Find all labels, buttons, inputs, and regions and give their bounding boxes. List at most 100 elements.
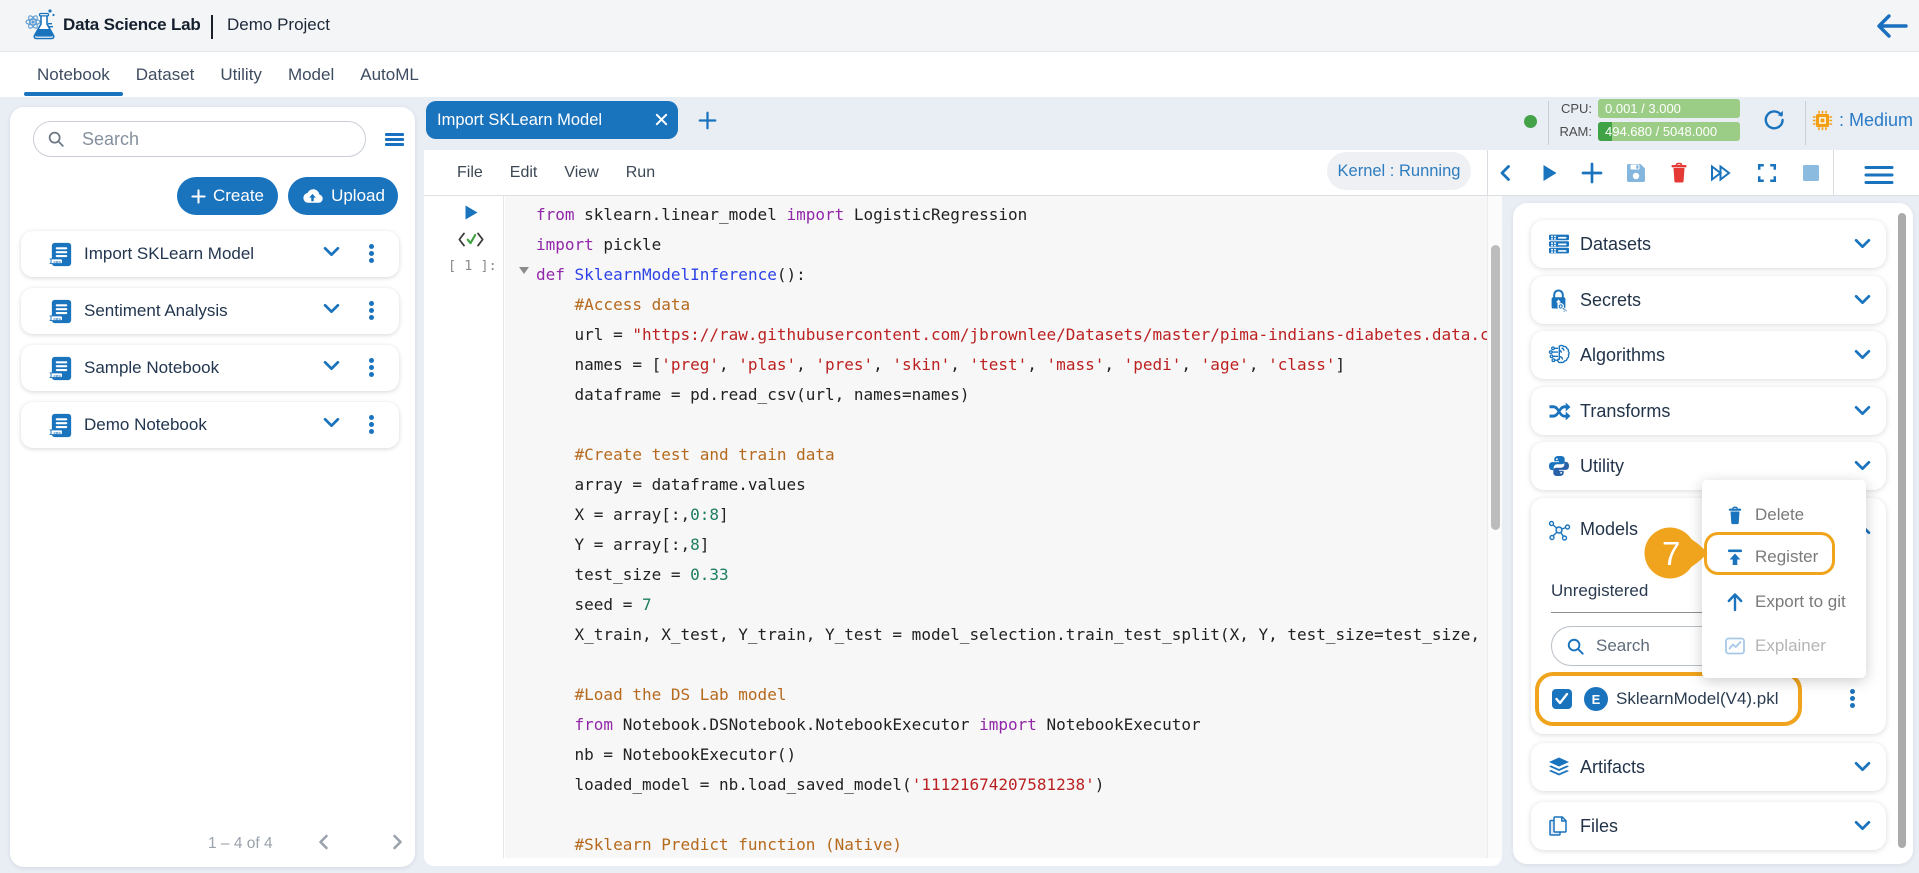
model-checkbox[interactable]	[1552, 689, 1572, 709]
model-list-item[interactable]: E SklearnModel(V4).pkl	[1535, 672, 1802, 726]
nav-tab-automl[interactable]: AutoML	[347, 52, 432, 97]
panel-scrollbar[interactable]	[1897, 207, 1907, 860]
menu-view[interactable]: View	[564, 164, 598, 182]
notebook-icon	[48, 298, 75, 325]
cell-run-icon[interactable]	[463, 204, 479, 221]
secrets-icon	[1547, 288, 1571, 312]
context-menu-item-label: Explainer	[1755, 636, 1826, 656]
editor-scrollbar-thumb[interactable]	[1491, 245, 1500, 530]
pagination-range: 1 – 4 of 4	[208, 835, 273, 853]
code-line: #Load the DS Lab model	[536, 685, 786, 704]
code-line: def SklearnModelInference():	[536, 265, 806, 284]
create-button[interactable]: Create	[177, 177, 278, 215]
notebook-icon	[48, 355, 75, 382]
nav-tab-notebook[interactable]: Notebook	[24, 52, 123, 97]
svg-text:7: 7	[1662, 535, 1680, 572]
refresh-icon[interactable]	[1762, 108, 1786, 132]
explainer-icon	[1724, 635, 1746, 657]
notebook-item[interactable]: Demo Notebook	[21, 402, 399, 448]
notebook-item[interactable]: Import SKLearn Model	[21, 231, 399, 277]
instance-size[interactable]: : Medium	[1812, 110, 1913, 131]
register-icon	[1724, 546, 1746, 568]
context-menu-item-label: Register	[1755, 547, 1818, 567]
notebook-kebab-icon[interactable]	[363, 299, 379, 323]
menu-file[interactable]: File	[457, 164, 483, 182]
kernel-status-label: Kernel : Running	[1338, 162, 1461, 181]
code-line: #Sklearn Predict function (Native)	[536, 835, 902, 854]
panel-section-transforms[interactable]: Transforms	[1531, 387, 1886, 435]
panel-section-secrets[interactable]: Secrets	[1531, 276, 1886, 324]
list-view-toggle-icon[interactable]	[385, 133, 404, 146]
sidebar-search-input[interactable]	[82, 129, 332, 150]
model-context-menu: Delete Register Export to git Explainer	[1702, 480, 1866, 678]
panel-section-files[interactable]: Files	[1531, 802, 1886, 850]
notebook-item[interactable]: Sample Notebook	[21, 345, 399, 391]
sidebar-pagination: 1 – 4 of 4	[10, 830, 415, 860]
panel-section-label: Algorithms	[1580, 345, 1665, 366]
context-menu-item-explainer[interactable]: Explainer	[1702, 625, 1866, 667]
notebook-tab[interactable]: Import SKLearn Model	[426, 101, 678, 139]
panel-section-datasets[interactable]: Datasets	[1531, 220, 1886, 268]
panel-section-label: Secrets	[1580, 290, 1641, 311]
back-arrow-icon[interactable]	[1876, 13, 1908, 39]
code-line: from sklearn.linear_model import Logisti…	[536, 205, 1027, 224]
sidebar-search-box[interactable]	[33, 121, 366, 157]
brand-title: Data Science Lab	[63, 15, 201, 35]
pagination-next-icon[interactable]	[387, 832, 407, 852]
editor-tabstrip: Import SKLearn Model CPU: 0.001 / 3.000 …	[424, 97, 1919, 150]
context-menu-item-register[interactable]: Register	[1702, 536, 1866, 578]
chevron-down-icon[interactable]	[323, 417, 340, 428]
cpu-usage-text: 0.001 / 3.000	[1605, 101, 1681, 116]
code-line: url = "https://raw.githubusercontent.com…	[536, 325, 1487, 344]
context-menu-item-delete[interactable]: Delete	[1702, 494, 1866, 536]
toolbar-menu-icon[interactable]	[1864, 163, 1894, 187]
upload-button[interactable]: Upload	[288, 177, 398, 215]
code-line: import pickle	[536, 235, 661, 254]
save-icon[interactable]	[1624, 161, 1648, 185]
nav-tab-dataset[interactable]: Dataset	[123, 52, 208, 97]
editor-scrollbar[interactable]	[1487, 196, 1502, 858]
pagination-prev-icon[interactable]	[314, 832, 334, 852]
delete-cell-icon[interactable]	[1667, 161, 1691, 185]
context-menu-item-label: Delete	[1755, 505, 1804, 525]
ram-label: RAM:	[1554, 124, 1592, 139]
app-header: Data Science Lab Demo Project	[0, 0, 1919, 52]
code-line: seed = 7	[536, 595, 652, 614]
code-line: from Notebook.DSNotebook.NotebookExecuto…	[536, 715, 1201, 734]
context-menu-item-export-to-git[interactable]: Export to git	[1702, 581, 1866, 623]
code-line: test_size = 0.33	[536, 565, 729, 584]
notebook-kebab-icon[interactable]	[363, 413, 379, 437]
chevron-down-icon[interactable]	[323, 303, 340, 314]
chevron-down-icon[interactable]	[323, 246, 340, 257]
panel-scrollbar-thumb[interactable]	[1898, 213, 1906, 848]
panel-section-artifacts[interactable]: Artifacts	[1531, 743, 1886, 791]
menu-edit[interactable]: Edit	[510, 164, 538, 182]
notebook-kebab-icon[interactable]	[363, 356, 379, 380]
nav-tab-utility[interactable]: Utility	[207, 52, 275, 97]
notebook-kebab-icon[interactable]	[363, 242, 379, 266]
model-kebab-icon[interactable]	[1844, 687, 1860, 711]
step-back-icon[interactable]	[1494, 161, 1518, 185]
panel-section-algorithms[interactable]: Algorithms	[1531, 331, 1886, 379]
menu-run[interactable]: Run	[626, 164, 655, 182]
cpu-usage-bar: 0.001 / 3.000	[1598, 99, 1740, 118]
models-icon	[1547, 518, 1571, 542]
code-fold-icon[interactable]	[519, 267, 529, 274]
chevron-down-icon	[1854, 460, 1871, 471]
chevron-down-icon[interactable]	[323, 360, 340, 371]
divider	[1548, 101, 1549, 145]
tab-close-icon[interactable]	[654, 112, 669, 127]
notebook-item[interactable]: Sentiment Analysis	[21, 288, 399, 334]
stop-kernel-icon[interactable]	[1801, 161, 1821, 185]
run-all-icon[interactable]	[1709, 161, 1737, 185]
fullscreen-icon[interactable]	[1756, 161, 1778, 185]
code-line: Y = array[:,8]	[536, 535, 709, 554]
add-tab-icon[interactable]	[698, 111, 717, 130]
chevron-down-icon	[1854, 820, 1871, 831]
code-line: X = array[:,0:8]	[536, 505, 729, 524]
code-area[interactable]: from sklearn.linear_model import Logisti…	[505, 196, 1487, 858]
nav-tab-model[interactable]: Model	[275, 52, 347, 97]
delete-icon	[1724, 504, 1746, 526]
add-cell-icon[interactable]	[1580, 161, 1604, 185]
run-cell-icon[interactable]	[1537, 161, 1561, 185]
